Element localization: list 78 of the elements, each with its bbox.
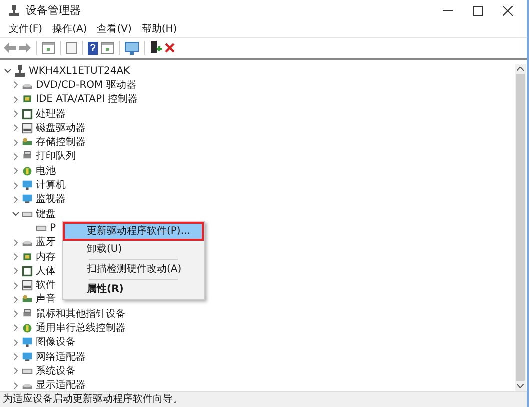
status-text: 为适应设备启动更新驱动程序软件向导。 — [3, 392, 183, 407]
expand-chevron-icon[interactable] — [12, 296, 20, 304]
delete-icon[interactable] — [165, 43, 175, 53]
forward-arrow-icon[interactable] — [19, 43, 31, 53]
tree-item[interactable]: DVD/CD-ROM 驱动器 — [35, 78, 138, 93]
expand-chevron-icon[interactable] — [12, 238, 20, 247]
device-icon — [22, 294, 33, 306]
context-menu-item[interactable]: 卸载(U) — [65, 242, 202, 257]
tree-item[interactable]: 计算机 — [35, 178, 67, 194]
computer-tree-icon — [14, 64, 26, 78]
expand-chevron-icon[interactable] — [12, 367, 20, 376]
expand-chevron-icon[interactable] — [12, 253, 20, 261]
tree-item[interactable]: WKH4XL1ETUT24AK — [28, 64, 132, 79]
window-title: 设备管理器 — [26, 2, 81, 19]
window-icon[interactable] — [42, 42, 55, 54]
expand-chevron-icon[interactable] — [12, 152, 20, 161]
tree-item[interactable]: 显示适配器 — [35, 378, 87, 394]
expand-chevron-icon[interactable] — [12, 353, 20, 362]
tree-item[interactable]: 监视器 — [35, 192, 67, 208]
expand-chevron-icon[interactable] — [12, 182, 20, 190]
help-icon[interactable] — [88, 42, 98, 54]
device-add-icon[interactable] — [150, 41, 162, 55]
scroll-up-icon[interactable] — [517, 67, 524, 71]
scroll-down-icon[interactable] — [517, 384, 524, 388]
tree-item[interactable]: 键盘 — [35, 206, 57, 222]
expand-chevron-icon[interactable] — [12, 96, 20, 104]
expand-chevron-icon[interactable] — [12, 81, 20, 90]
menu-item[interactable]: 帮助(H) — [138, 22, 180, 37]
context-menu-item[interactable]: 扫描检测硬件改动(A) — [65, 262, 202, 277]
tree-item[interactable]: P — [49, 220, 58, 236]
context-menu-item[interactable]: 属性(R) — [65, 282, 202, 297]
tree-item[interactable]: 鼠标和其他指针设备 — [35, 306, 127, 322]
tree-item[interactable]: 人体 — [35, 264, 57, 279]
expand-chevron-icon[interactable] — [12, 167, 20, 176]
tree-item[interactable]: 图像设备 — [35, 335, 77, 350]
tree-item[interactable]: 通用串行总线控制器 — [35, 321, 127, 336]
expand-chevron-icon[interactable] — [12, 267, 20, 276]
tree-item[interactable]: IDE ATA/ATAPI 控制器 — [35, 92, 140, 108]
menu-item[interactable]: 操作(A) — [50, 22, 90, 37]
device-icon — [22, 337, 33, 348]
tree-item[interactable]: 打印队列 — [35, 149, 77, 164]
device-icon — [22, 322, 33, 334]
tree-item[interactable]: 系统设备 — [35, 364, 77, 379]
device-icon — [22, 266, 33, 277]
tree-item[interactable]: 磁盘驱动器 — [35, 120, 87, 136]
close-icon — [503, 6, 513, 16]
window-icon[interactable] — [101, 42, 114, 54]
tree-item[interactable]: 内存 — [35, 250, 57, 265]
tree-item[interactable]: 软件 — [35, 278, 57, 294]
context-menu-item[interactable]: 更新驱动程序软件(P)... — [65, 224, 202, 239]
drive-icon — [22, 122, 33, 134]
expand-chevron-icon[interactable] — [12, 310, 20, 318]
tree-item[interactable]: 电池 — [35, 164, 57, 179]
expand-chevron-icon[interactable] — [12, 110, 20, 118]
battery-icon — [22, 166, 33, 177]
device-icon — [22, 252, 33, 262]
expand-chevron-icon[interactable] — [12, 382, 20, 390]
expand-chevron-icon[interactable] — [12, 138, 20, 147]
tree-item[interactable]: 蓝牙 — [35, 235, 57, 250]
expand-chevron-icon[interactable] — [12, 196, 20, 204]
collapse-chevron-icon[interactable] — [4, 67, 12, 76]
menu-item[interactable]: 查看(V) — [94, 22, 135, 37]
expand-chevron-icon[interactable] — [12, 324, 20, 332]
maximize-icon — [473, 6, 483, 16]
page-icon[interactable] — [66, 42, 77, 54]
tree-item[interactable]: 网络适配器 — [35, 350, 87, 365]
scrollbar[interactable] — [515, 64, 526, 391]
computer-tree-icon — [8, 5, 20, 17]
expand-chevron-icon[interactable] — [12, 338, 20, 347]
tree-item[interactable]: 处理器 — [35, 106, 67, 122]
expand-chevron-icon[interactable] — [12, 282, 20, 290]
menu-item[interactable]: 文件(F) — [6, 22, 46, 37]
tree-item[interactable]: 声音 — [35, 292, 57, 308]
expand-chevron-icon[interactable] — [12, 124, 20, 132]
collapse-chevron-icon[interactable] — [12, 210, 20, 218]
back-arrow-icon[interactable] — [4, 43, 16, 53]
device-icon — [22, 280, 33, 292]
tree-item[interactable]: 存储控制器 — [35, 135, 87, 150]
